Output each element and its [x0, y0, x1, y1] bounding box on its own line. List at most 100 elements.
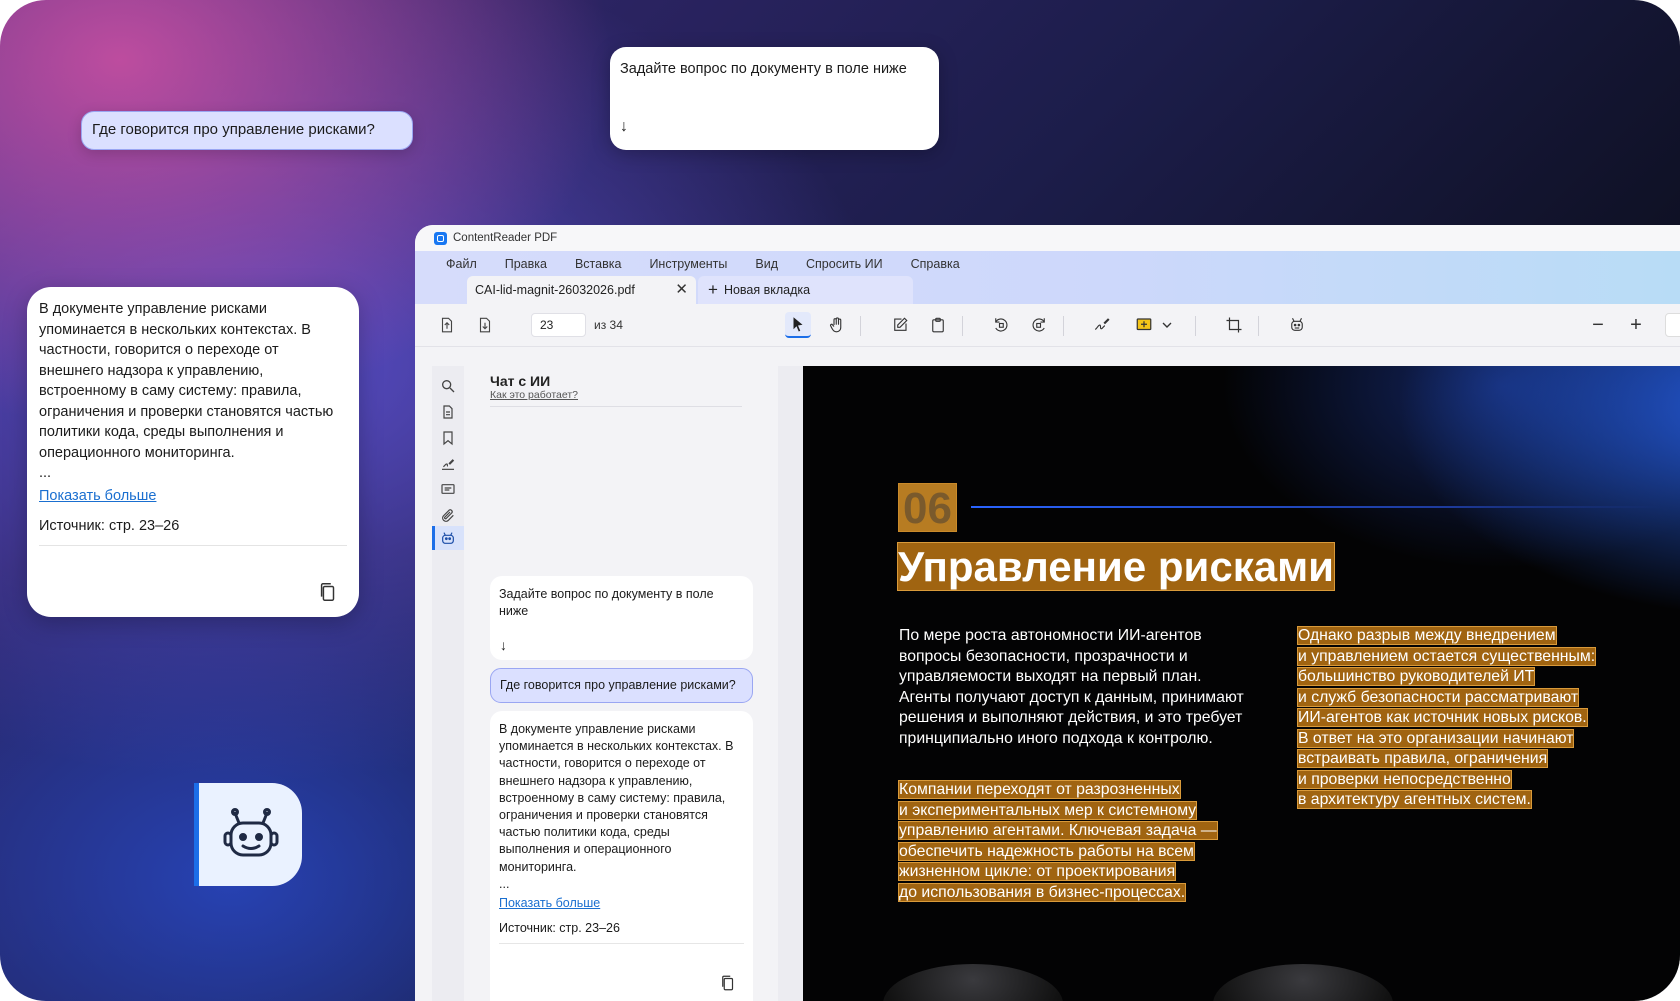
toolbar-divider [860, 316, 861, 336]
side-rail [432, 366, 464, 1001]
plus-icon: + [708, 280, 718, 299]
bookmark-icon[interactable] [440, 430, 456, 446]
highlighted-line: и управлением остается существенным: [1296, 646, 1597, 666]
page-up-icon[interactable] [434, 312, 460, 338]
highlighted-line: Компании переходят от разрозненных [898, 780, 1181, 799]
select-cursor-icon[interactable] [785, 312, 811, 338]
chevron-down-icon[interactable] [1159, 312, 1175, 338]
tab-document[interactable]: CAI-lid-magnit-26032026.pdf ✕ [467, 276, 696, 304]
highlighted-line: в архитектуру агентных систем. [1297, 790, 1532, 809]
tab-new[interactable]: + Новая вкладка [698, 276, 913, 304]
search-icon[interactable] [440, 378, 456, 394]
highlighted-line: управлению агентами. Ключевая задача — [898, 821, 1218, 840]
clipboard-icon[interactable] [925, 312, 951, 338]
menu-edit[interactable]: Правка [505, 257, 547, 271]
attachment-icon[interactable] [440, 508, 456, 524]
chat-show-more-link[interactable]: Показать больше [499, 895, 744, 912]
decorative-shape [1213, 964, 1393, 1001]
menu-help[interactable]: Справка [911, 257, 960, 271]
floating-show-more-link[interactable]: Показать больше [39, 486, 347, 507]
decorative-shape [883, 964, 1063, 1001]
highlighted-line: до использования в бизнес-процессах. [897, 882, 1187, 902]
tab-document-label: CAI-lid-magnit-26032026.pdf [475, 283, 635, 297]
floating-answer-ellipsis: ... [39, 465, 52, 481]
document-page: 06 Управление рисками По мере роста авто… [803, 366, 1680, 1001]
title-bar: ContentReader PDF [415, 225, 1680, 251]
copy-icon[interactable] [317, 581, 339, 603]
chat-question-bubble: Где говорится про управление рисками? [490, 668, 753, 703]
section-number: 06 [898, 483, 957, 533]
floating-answer-text: В документе управление рисками упоминает… [39, 301, 334, 461]
section-divider-line [971, 506, 1661, 508]
signature-panel-icon[interactable] [440, 456, 456, 472]
chat-answer-ellipsis: ... [499, 876, 510, 891]
paragraph-highlighted-left: Компании переходят от разрозненных и экс… [897, 780, 1218, 903]
close-tab-icon[interactable]: ✕ [675, 276, 688, 304]
chat-answer-card: В документе управление рисками упоминает… [490, 711, 753, 1001]
down-arrow-icon: ↓ [500, 637, 507, 653]
ai-chat-icon[interactable] [440, 530, 456, 546]
menu-view[interactable]: Вид [755, 257, 778, 271]
paragraph-intro: По мере роста автономности ИИ-агентов во… [899, 627, 1244, 747]
hand-tool-icon[interactable] [824, 312, 850, 338]
comments-icon[interactable] [440, 482, 456, 498]
app-logo-icon [434, 231, 447, 245]
floating-answer-card: В документе управление рисками упоминает… [27, 287, 359, 617]
section-title-text: Управление рисками [897, 542, 1335, 591]
rotate-right-icon[interactable] [1026, 312, 1052, 338]
add-comment-icon[interactable] [1131, 312, 1157, 338]
floating-prompt-bubble: Задайте вопрос по документу в поле ниже … [610, 47, 939, 150]
toolbar-divider [962, 316, 963, 336]
signature-icon[interactable] [1089, 312, 1115, 338]
highlighted-line: В ответ на это организации начинают [1296, 728, 1575, 748]
menu-bar: Файл Правка Вставка Инструменты Вид Спро… [415, 251, 1680, 276]
highlighted-line: большинство руководителей ИТ [1296, 667, 1536, 686]
page-total: из 34 [594, 318, 623, 332]
down-arrow-icon: ↓ [620, 118, 628, 135]
section-title: Управление рисками [897, 542, 1335, 592]
toolbar-divider [1258, 316, 1259, 336]
chat-answer-source: Источник: стр. 23–26 [499, 920, 744, 945]
app-window: ContentReader PDF Файл Правка Вставка Ин… [415, 225, 1680, 1001]
chat-divider [490, 406, 742, 407]
crop-icon[interactable] [1221, 312, 1247, 338]
highlighted-line: и проверки непосредственно [1297, 769, 1512, 789]
highlighted-line: встраивать правила, ограничения [1296, 749, 1549, 768]
floating-answer-source: Источник: стр. 23–26 [39, 516, 347, 546]
tab-new-label: Новая вкладка [723, 283, 811, 297]
promo-background: Задайте вопрос по документу в поле ниже … [0, 0, 1680, 1001]
ai-assistant-tile [194, 783, 302, 886]
app-title: ContentReader PDF [453, 232, 558, 244]
zoom-out-button[interactable]: − [1585, 312, 1611, 338]
chat-help-link[interactable]: Как это работает? [490, 389, 578, 401]
page-number-input[interactable]: 23 [531, 313, 586, 337]
highlighted-line: жизненном цикле: от проектирования [897, 862, 1177, 881]
rotate-left-icon[interactable] [988, 312, 1014, 338]
toolbar: 23 из 34 − + [415, 304, 1680, 347]
ai-robot-icon[interactable] [1284, 312, 1310, 338]
zoom-in-button[interactable]: + [1623, 312, 1649, 338]
highlighted-line: обеспечить надежность работы на всем [898, 841, 1195, 861]
copy-icon[interactable] [719, 974, 737, 992]
tab-bar: CAI-lid-magnit-26032026.pdf ✕ + Новая вкл… [415, 276, 1680, 304]
menu-file[interactable]: Файл [446, 257, 477, 271]
floating-prompt-text: Задайте вопрос по документу в поле ниже [620, 61, 907, 77]
menu-insert[interactable]: Вставка [575, 257, 621, 271]
chat-answer-text: В документе управление рисками упоминает… [499, 722, 734, 874]
chat-prompt-text: Задайте вопрос по документу в поле ниже [499, 587, 714, 618]
pages-icon[interactable] [440, 404, 456, 420]
toolbar-divider [1195, 316, 1196, 336]
chat-prompt-bubble: Задайте вопрос по документу в поле ниже … [490, 576, 753, 660]
chat-title: Чат с ИИ [490, 373, 551, 389]
ai-chat-panel: Чат с ИИ Как это работает? Задайте вопро… [465, 366, 753, 1001]
toolbar-divider [1063, 316, 1064, 336]
menu-tools[interactable]: Инструменты [649, 257, 727, 271]
highlighted-line: Однако разрыв между внедрением [1297, 626, 1557, 645]
menu-ask-ai[interactable]: Спросить ИИ [806, 257, 883, 271]
highlighted-line: и служб безопасности рассматривают [1296, 687, 1580, 707]
page-down-icon[interactable] [472, 312, 498, 338]
paragraph-highlighted-right: Однако разрыв между внедрением и управле… [1296, 626, 1597, 811]
zoom-input[interactable] [1665, 313, 1680, 337]
edit-icon[interactable] [887, 312, 913, 338]
panel-gutter [778, 366, 803, 1001]
